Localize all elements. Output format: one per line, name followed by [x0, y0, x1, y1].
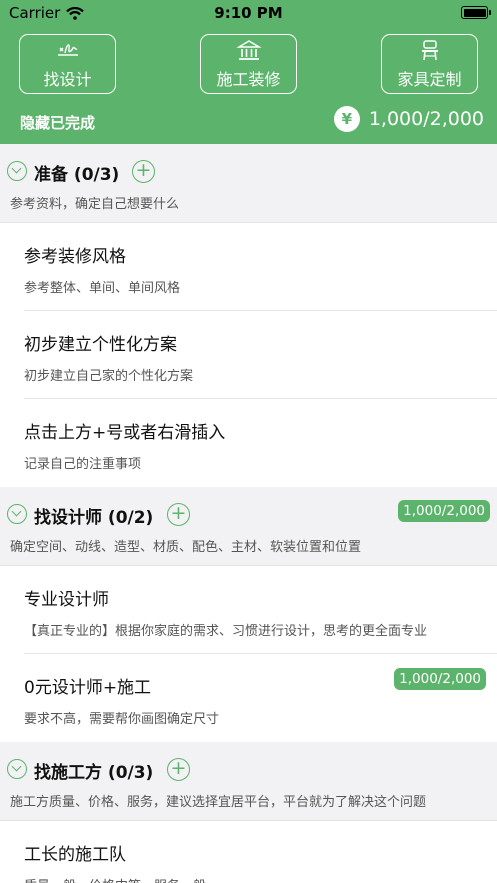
hide-completed-toggle[interactable]: 隐藏已完成	[20, 112, 95, 133]
item-title: 初步建立个性化方案	[24, 335, 177, 355]
list-item[interactable]: 初步建立个性化方案 初步建立自己家的个性化方案	[0, 311, 497, 399]
battery-icon	[461, 6, 491, 19]
budget-value: 1,000/2,000	[368, 108, 484, 130]
furniture-button[interactable]: 家具定制	[381, 34, 478, 94]
checklist: 准备 (0/3) + 参考资料，确定自己想要什么 参考装修风格 参考整体、单间、…	[0, 144, 497, 883]
item-description: 记录自己的注重事项	[24, 457, 142, 472]
list-item[interactable]: 工长的施工队 质量一般、价格中等、服务一般	[0, 821, 497, 883]
list-item[interactable]: 点击上方+号或者右滑插入 记录自己的注重事项	[0, 399, 497, 487]
header: 找设计 施工装修 家具定制 隐藏已完成 ¥ 1,000/2,000	[0, 26, 497, 144]
construction-button[interactable]: 施工装修	[200, 34, 297, 94]
item-title: 专业设计师	[24, 590, 109, 610]
section-budget-badge: 1,000/2,000	[398, 500, 490, 522]
signature-icon	[57, 43, 78, 56]
furniture-label: 家具定制	[397, 69, 462, 89]
list-item[interactable]: 0元设计师+施工 1,000/2,000 要求不高，需要帮你画图确定尺寸	[0, 654, 497, 742]
section-title: 找设计师 (0/2)	[34, 508, 154, 528]
find-design-button[interactable]: 找设计	[19, 34, 116, 94]
item-title: 点击上方+号或者右滑插入	[24, 423, 226, 443]
item-title: 参考装修风格	[24, 247, 126, 267]
section-description: 参考资料，确定自己想要什么	[10, 197, 180, 212]
item-description: 参考整体、单间、单间风格	[24, 281, 181, 296]
section-title: 准备 (0/3)	[34, 165, 120, 185]
budget-summary[interactable]: ¥ 1,000/2,000	[333, 106, 484, 132]
section-title: 找施工方 (0/3)	[34, 763, 154, 783]
section-header-find-designer[interactable]: 找设计师 (0/2) + 1,000/2,000 确定空间、动线、造型、材质、配…	[0, 487, 497, 566]
add-item-button[interactable]: +	[132, 160, 155, 183]
section-header-find-contractor[interactable]: 找施工方 (0/3) + 施工方质量、价格、服务，建议选择宜居平台，平台就为了解…	[0, 742, 497, 821]
item-description: 【真正专业的】根据你家庭的需求、习惯进行设计，思考的更全面专业	[24, 624, 428, 639]
find-design-label: 找设计	[43, 69, 92, 89]
add-item-button[interactable]: +	[167, 758, 190, 781]
list-item[interactable]: 专业设计师 【真正专业的】根据你家庭的需求、习惯进行设计，思考的更全面专业	[0, 566, 497, 654]
chevron-down-icon[interactable]	[7, 161, 27, 181]
yen-icon: ¥	[333, 106, 360, 132]
construction-label: 施工装修	[216, 69, 281, 89]
chevron-down-icon[interactable]	[7, 759, 27, 779]
item-description: 质量一般、价格中等、服务一般	[24, 875, 484, 883]
chair-icon	[421, 39, 438, 60]
status-bar: Carrier 9:10 PM	[0, 0, 497, 26]
item-title: 0元设计师+施工	[24, 678, 152, 698]
list-item[interactable]: 参考装修风格 参考整体、单间、单间风格	[0, 223, 497, 311]
clock: 9:10 PM	[214, 4, 283, 22]
section-header-prepare[interactable]: 准备 (0/3) + 参考资料，确定自己想要什么	[0, 144, 497, 223]
building-icon	[235, 39, 262, 60]
item-description: 初步建立自己家的个性化方案	[24, 369, 194, 384]
item-budget-badge: 1,000/2,000	[394, 668, 486, 690]
item-title: 工长的施工队	[24, 845, 126, 865]
add-item-button[interactable]: +	[167, 503, 190, 526]
item-description: 要求不高，需要帮你画图确定尺寸	[24, 712, 220, 727]
section-description: 确定空间、动线、造型、材质、配色、主材、软装位置和位置	[10, 540, 362, 555]
chevron-down-icon[interactable]	[7, 504, 27, 524]
section-description: 施工方质量、价格、服务，建议选择宜居平台，平台就为了解决这个问题	[10, 795, 427, 810]
